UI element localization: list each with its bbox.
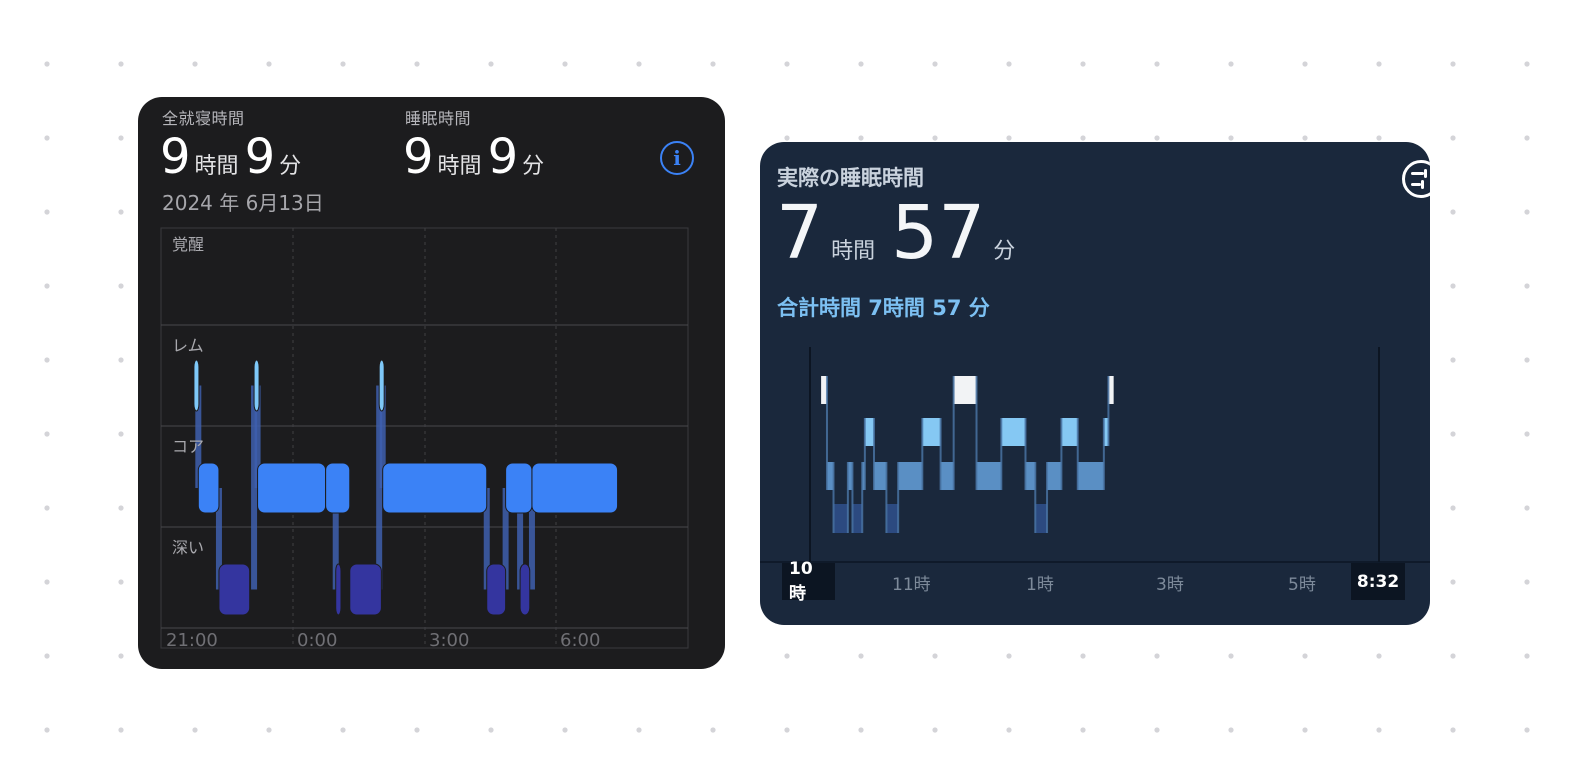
stage-block — [864, 418, 874, 446]
stage-connector — [846, 462, 849, 533]
stage-block — [253, 359, 260, 412]
stage-block — [257, 462, 327, 514]
stage-block — [197, 462, 220, 514]
stage-connector — [897, 462, 900, 533]
stage-block — [1001, 418, 1026, 446]
sleep-stage-chart — [160, 227, 689, 649]
stage-connector — [863, 418, 866, 490]
stage-block — [953, 376, 977, 404]
stage-connector — [872, 418, 875, 490]
stage-connector — [939, 418, 942, 490]
stage-connector — [1060, 418, 1063, 490]
stage-connector — [861, 462, 864, 533]
start-time-tag: 10時 — [782, 559, 835, 604]
stage-block — [531, 462, 619, 514]
stage-label-awake: 覚醒 — [172, 235, 205, 254]
stage-block — [325, 462, 351, 514]
stage-connector — [825, 376, 828, 490]
stage-connector — [885, 462, 888, 533]
stage-label-deep: 深い — [172, 538, 205, 557]
stage-block — [1035, 504, 1048, 533]
x-label-0000: 0:00 — [297, 630, 338, 651]
stage-block — [852, 504, 863, 533]
stage-block — [335, 563, 342, 616]
stage-connector — [1034, 462, 1037, 533]
stage-block — [349, 563, 382, 616]
stage-connector — [851, 462, 854, 533]
stage-block — [898, 462, 923, 490]
stage-connector — [1024, 418, 1027, 490]
stage-block — [382, 462, 488, 514]
stage-connector — [1076, 418, 1079, 490]
stage-connector — [1102, 418, 1105, 490]
x-label-0300: 3:00 — [429, 630, 470, 651]
x-label-1: 1時 — [1026, 575, 1054, 595]
stage-label-rem: レム — [172, 336, 204, 355]
x-label-11: 11時 — [892, 575, 931, 595]
stage-connector — [952, 376, 955, 490]
stage-block — [833, 504, 848, 533]
stage-block — [886, 504, 899, 533]
stage-label-core: コア — [172, 437, 205, 456]
x-label-3: 3時 — [1156, 575, 1184, 595]
stage-connector — [921, 418, 924, 490]
sleep-timeline-chart — [760, 347, 1430, 563]
stage-block — [486, 563, 507, 616]
stage-block — [1025, 462, 1036, 490]
x-label-2100: 21:00 — [166, 630, 218, 651]
stage-block — [1061, 418, 1078, 446]
x-label-5: 5時 — [1288, 575, 1316, 595]
stage-block — [378, 359, 385, 412]
stage-block — [940, 462, 954, 490]
stage-block — [873, 462, 887, 490]
stage-connector — [1000, 418, 1003, 490]
end-time-tag: 8:32 — [1351, 563, 1405, 600]
stage-block — [505, 462, 533, 514]
sleep-summary-card[interactable]: 全就寝時間 9 時間 9 分 睡眠時間 9 時間 9 分 2024 年 6月13日 i 覚醒… — [138, 97, 725, 669]
stage-connector — [975, 376, 978, 490]
stage-block — [218, 563, 251, 616]
stage-block — [976, 462, 1002, 490]
stage-block — [1077, 462, 1104, 490]
stage-connector — [832, 462, 835, 533]
stage-block — [1047, 462, 1062, 490]
stage-block — [519, 563, 531, 616]
x-label-0600: 6:00 — [560, 630, 601, 651]
stage-block — [922, 418, 941, 446]
stage-connector — [1107, 376, 1110, 446]
stage-connector — [1046, 462, 1049, 533]
stage-block — [193, 359, 200, 412]
actual-sleep-card[interactable]: 実際の睡眠時間 7 時間 57 分 合計時間 7時間 57 分 10時 11時 1時 … — [760, 142, 1430, 625]
